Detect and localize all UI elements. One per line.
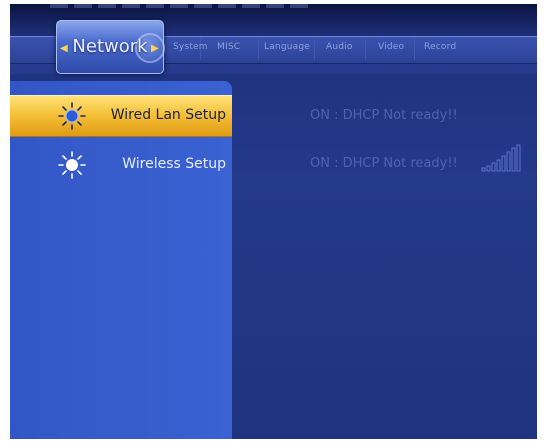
wireless-status: ON : DHCP Not ready!!: [310, 156, 458, 171]
menu-item-wireless-setup[interactable]: Wireless Setup: [10, 145, 232, 185]
signal-bars-icon: [481, 144, 521, 172]
settings-menu-panel: Wired Lan Setup Wireless Setup: [10, 81, 232, 439]
wired-lan-status: ON : DHCP Not ready!!: [310, 108, 458, 123]
tab-language[interactable]: Language: [264, 42, 310, 52]
tab-system[interactable]: System: [173, 42, 208, 52]
menu-item-wired-lan-setup[interactable]: Wired Lan Setup: [10, 95, 232, 137]
tab-separator: [314, 38, 315, 60]
tab-separator: [258, 38, 259, 60]
tab-separator: [414, 38, 415, 60]
tab-separator: [365, 38, 366, 60]
top-decorative-strip: [50, 4, 310, 8]
sun-icon: [58, 151, 86, 179]
tab-network[interactable]: ◀ ▶ Network: [56, 20, 165, 74]
menu-item-label: Wireless Setup: [122, 156, 226, 172]
menu-item-label: Wired Lan Setup: [110, 107, 226, 123]
tab-audio[interactable]: Audio: [326, 42, 353, 52]
tab-record[interactable]: Record: [424, 42, 456, 52]
sun-icon: [58, 102, 86, 130]
tab-misc[interactable]: MISC: [217, 42, 240, 52]
tab-video[interactable]: Video: [378, 42, 404, 52]
tab-network-label: Network: [72, 36, 148, 57]
settings-screen: System MISC Language Audio Video Record …: [10, 4, 537, 439]
top-menu-bar: System MISC Language Audio Video Record …: [10, 4, 537, 74]
